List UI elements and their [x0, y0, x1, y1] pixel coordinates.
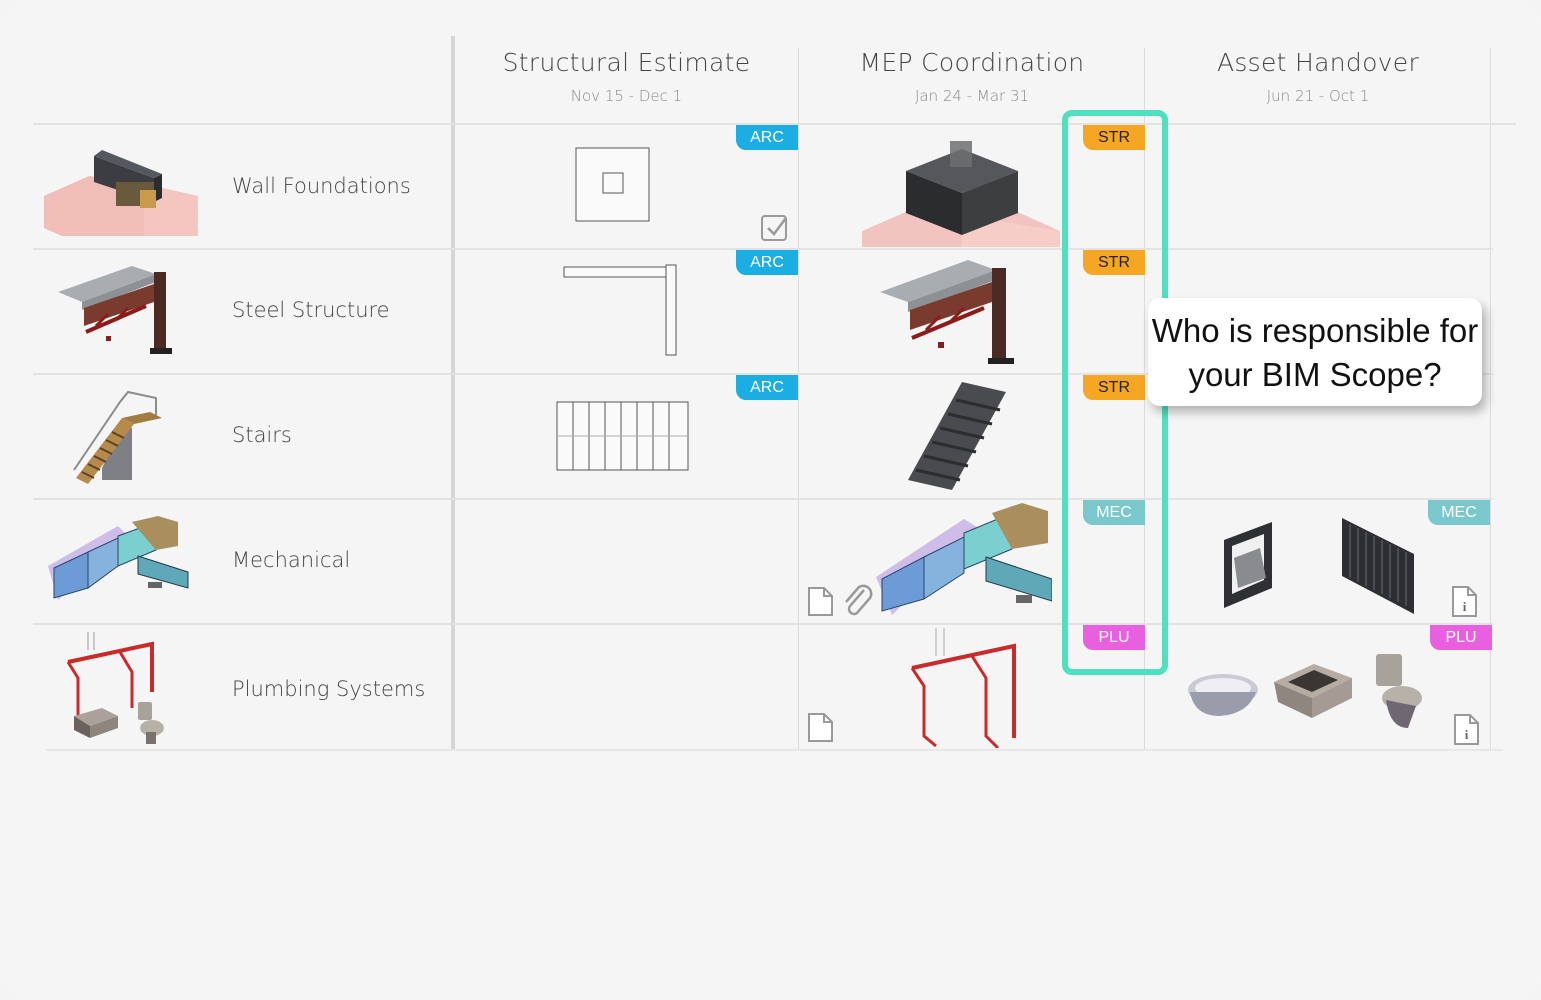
discipline-tag-mec[interactable]: MEC: [1428, 500, 1490, 525]
callout-line-2: your BIM Scope?: [1188, 356, 1442, 393]
toilet-3d-model: [1376, 654, 1422, 728]
plumbing-fixtures-thumbnail: [66, 632, 164, 744]
access-panel-3d-model: [1224, 522, 1272, 608]
checkbox-checked-icon[interactable]: [760, 212, 790, 242]
discipline-tag-plu[interactable]: PLU: [1430, 625, 1492, 650]
column-header-asset-handover[interactable]: Asset Handover Jun 21 - Oct 1: [1146, 40, 1490, 124]
svg-text:i: i: [1465, 727, 1469, 742]
discipline-tag-arc[interactable]: ARC: [736, 250, 798, 275]
discipline-tag-arc[interactable]: ARC: [736, 375, 798, 400]
stairs-3d-model: [908, 382, 1006, 490]
document-icon[interactable]: [806, 586, 836, 618]
column-title: Structural Estimate: [502, 48, 751, 77]
row-divider: [46, 749, 1503, 751]
info-document-icon[interactable]: i: [1452, 713, 1482, 747]
paperclip-icon[interactable]: [842, 584, 874, 618]
foundation-plan-drawing: [575, 147, 650, 222]
column-title: Asset Handover: [1216, 48, 1420, 77]
row-label-plumbing-systems: Plumbing Systems: [232, 677, 426, 701]
callout-bubble: Who is responsible for your BIM Scope?: [1148, 298, 1482, 406]
row-divider: [33, 623, 1493, 625]
foundation-3d-model: [862, 141, 1060, 247]
steel-structure-thumbnail: [58, 266, 172, 354]
discipline-tag-arc[interactable]: ARC: [736, 125, 798, 150]
column-divider: [451, 36, 455, 751]
column-title: MEP Coordination: [859, 48, 1085, 77]
callout-line-1: Who is responsible for: [1151, 312, 1479, 349]
svg-text:i: i: [1463, 599, 1467, 614]
row-label-steel-structure: Steel Structure: [232, 298, 390, 322]
row-divider: [33, 498, 1493, 500]
column-header-structural-estimate[interactable]: Structural Estimate Nov 15 - Dec 1: [455, 40, 798, 124]
column-divider: [798, 48, 799, 751]
row-label-wall-foundations: Wall Foundations: [232, 174, 411, 198]
bim-scope-matrix: Structural Estimate Nov 15 - Dec 1 MEP C…: [0, 0, 1541, 1000]
column-dates: Jun 21 - Oct 1: [1266, 87, 1370, 105]
column-dates: Jan 24 - Mar 31: [914, 87, 1030, 105]
stairs-thumbnail: [73, 390, 162, 484]
sink-3d-model: [1274, 664, 1352, 718]
stairs-plan-drawing: [556, 401, 689, 471]
column-dates: Nov 15 - Dec 1: [570, 87, 683, 105]
wall-foundation-thumbnail: [44, 150, 198, 236]
row-label-stairs: Stairs: [232, 423, 292, 447]
grille-3d-model: [1342, 518, 1414, 614]
steel-structure-3d-model: [880, 260, 1014, 364]
steel-plan-drawing: [563, 264, 677, 356]
duct-system-thumbnail: [48, 516, 189, 600]
info-document-icon[interactable]: i: [1450, 585, 1480, 619]
row-label-mechanical: Mechanical: [232, 548, 351, 572]
duct-system-3d-model: [876, 503, 1052, 615]
document-icon[interactable]: [806, 712, 836, 744]
bathtub-3d-model: [1188, 674, 1258, 716]
plumbing-3d-model: [910, 628, 1016, 748]
